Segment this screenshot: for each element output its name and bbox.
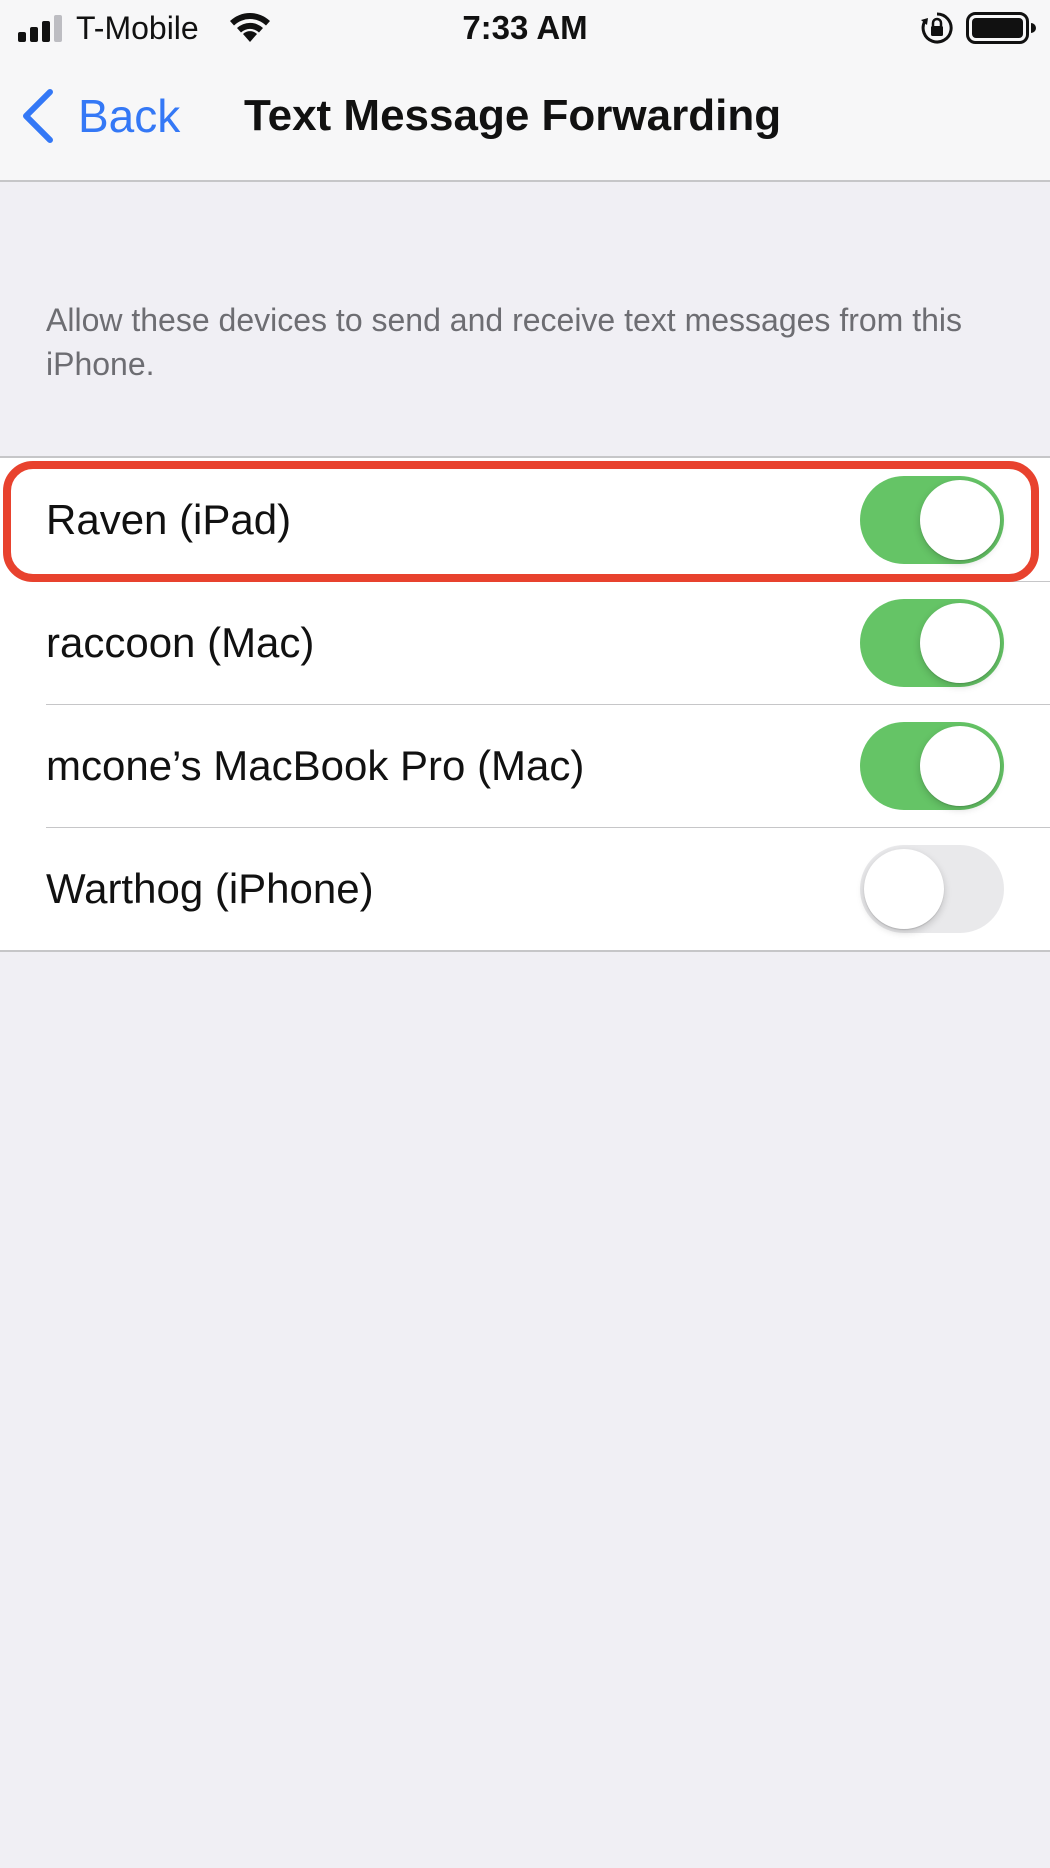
toggle-knob [920, 725, 1000, 806]
orientation-lock-icon [921, 12, 953, 44]
device-name: mcone’s MacBook Pro (Mac) [46, 741, 585, 789]
chevron-left-icon [23, 89, 53, 143]
page-title: Text Message Forwarding [244, 91, 782, 140]
toggle-knob [920, 479, 1000, 560]
forwarding-toggle[interactable] [860, 844, 1004, 933]
device-row-warthog: Warthog (iPhone) [0, 827, 1050, 950]
device-row-macbook-pro: mcone’s MacBook Pro (Mac) [0, 704, 1050, 827]
forwarding-toggle[interactable] [860, 598, 1004, 687]
toggle-knob [864, 848, 944, 929]
device-list: Raven (iPad) raccoon (Mac) mcone’s MacBo… [0, 456, 1050, 952]
device-name: Warthog (iPhone) [46, 864, 374, 912]
forwarding-toggle[interactable] [860, 475, 1004, 564]
toggle-knob [920, 602, 1000, 683]
device-name: Raven (iPad) [46, 495, 292, 543]
section-description: Allow these devices to send and receive … [46, 302, 962, 382]
navigation-bar: Back Text Message Forwarding [0, 56, 1050, 182]
status-bar: T-Mobile 7:33 AM [0, 0, 1050, 56]
back-label: Back [78, 90, 181, 142]
status-time: 7:33 AM [462, 9, 588, 46]
device-row-raven: Raven (iPad) [0, 458, 1050, 581]
battery-icon [966, 12, 1036, 44]
forwarding-toggle[interactable] [860, 721, 1004, 810]
back-button[interactable]: Back [18, 86, 180, 146]
device-name: raccoon (Mac) [46, 618, 315, 666]
device-row-raccoon: raccoon (Mac) [0, 581, 1050, 704]
